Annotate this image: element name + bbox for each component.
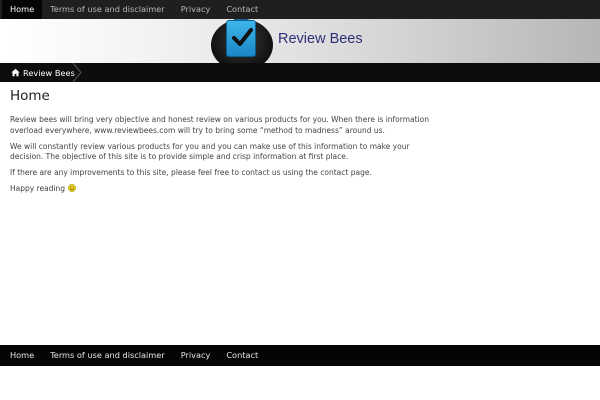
closing-text: Happy reading — [10, 184, 66, 193]
objective-paragraph: We will constantly review various produc… — [10, 141, 410, 162]
breadcrumb-separator-icon — [72, 63, 82, 82]
footer-link-contact[interactable]: Contact — [218, 345, 266, 366]
intro-paragraph: Review bees will bring very objective an… — [10, 115, 429, 135]
breadcrumb-label: Review Bees — [23, 67, 75, 78]
page-title: Home — [10, 88, 50, 104]
nav-link-privacy[interactable]: Privacy — [173, 0, 219, 19]
closing-line: Happy reading — [10, 184, 430, 195]
main-content: Home Review bees will bring very objecti… — [10, 88, 430, 200]
logo-text[interactable]: Review Bees — [278, 31, 363, 47]
checkmark-icon — [232, 28, 253, 46]
smiley-icon — [68, 184, 77, 192]
top-nav: Home Terms of use and disclaimer Privacy… — [0, 0, 600, 19]
footer-link-terms[interactable]: Terms of use and disclaimer — [42, 345, 173, 366]
nav-link-home[interactable]: Home — [2, 0, 43, 19]
footer-nav: Home Terms of use and disclaimer Privacy… — [0, 345, 600, 366]
home-icon — [11, 68, 20, 77]
header-banner: Review Bees — [10, 19, 600, 63]
nav-link-contact[interactable]: Contact — [218, 0, 266, 19]
footer-link-privacy[interactable]: Privacy — [173, 345, 219, 366]
feedback-paragraph: If there are any improvements to this si… — [10, 168, 372, 177]
footer-link-home[interactable]: Home — [2, 345, 42, 366]
breadcrumb: Review Bees — [0, 63, 600, 82]
nav-link-terms[interactable]: Terms of use and disclaimer — [42, 0, 173, 19]
